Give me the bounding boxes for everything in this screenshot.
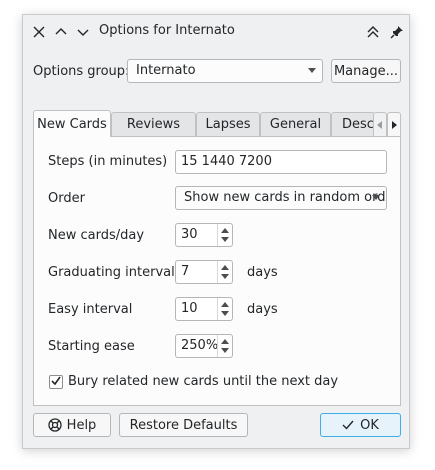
tab-scroll-left-icon[interactable] xyxy=(373,112,387,136)
order-value: Show new cards in random orde xyxy=(184,190,387,205)
title-bar: Options for Internato xyxy=(23,15,409,49)
tab-description[interactable]: Desc xyxy=(331,112,375,136)
options-group-label: Options group: xyxy=(33,64,130,79)
order-label: Order xyxy=(48,191,85,206)
spin-down-icon[interactable] xyxy=(221,237,229,242)
new-cards-per-day-spinbox[interactable]: 30 xyxy=(175,223,233,247)
bury-new-checkbox[interactable] xyxy=(49,375,63,389)
spin-up-icon[interactable] xyxy=(221,339,229,344)
close-icon[interactable] xyxy=(31,24,47,40)
chevron-up-icon[interactable] xyxy=(53,24,69,40)
easy-interval-spinbox[interactable]: 10 xyxy=(175,297,233,321)
tab-scroll-right-icon[interactable] xyxy=(387,112,401,136)
steps-input[interactable]: 15 1440 7200 xyxy=(175,150,387,174)
starting-ease-spinbox[interactable]: 250% xyxy=(175,334,233,358)
help-button[interactable]: Help xyxy=(33,413,111,437)
graduating-interval-unit: days xyxy=(247,265,278,280)
tab-general[interactable]: General xyxy=(260,112,331,136)
spin-up-icon[interactable] xyxy=(221,265,229,270)
tab-bar: New Cards Reviews Lapses General Desc xyxy=(33,110,401,137)
ok-button-label: OK xyxy=(360,417,379,433)
spin-down-icon[interactable] xyxy=(221,274,229,279)
new-cards-per-day-label: New cards/day xyxy=(48,228,145,243)
graduating-interval-value: 7 xyxy=(181,264,190,279)
graduating-interval-label: Graduating interval xyxy=(48,265,175,280)
window-title: Options for Internato xyxy=(99,23,235,38)
spinbox-arrows[interactable] xyxy=(217,224,232,246)
chevron-down-icon[interactable] xyxy=(75,24,91,40)
manage-button[interactable]: Manage... xyxy=(331,59,401,83)
order-select[interactable]: Show new cards in random orde xyxy=(175,186,387,210)
tab-lapses[interactable]: Lapses xyxy=(196,112,260,136)
new-cards-panel: Steps (in minutes) 15 1440 7200 Order Sh… xyxy=(33,136,401,406)
keep-above-icon[interactable] xyxy=(365,24,381,40)
restore-defaults-button[interactable]: Restore Defaults xyxy=(119,413,248,437)
options-group-select[interactable]: Internato xyxy=(127,59,323,83)
tab-reviews[interactable]: Reviews xyxy=(111,112,196,136)
starting-ease-value: 250% xyxy=(181,338,219,353)
options-dialog: Options for Internato Options group: Int… xyxy=(22,14,410,449)
new-cards-per-day-value: 30 xyxy=(181,227,198,242)
checkmark-icon xyxy=(51,376,61,386)
spin-down-icon[interactable] xyxy=(221,348,229,353)
chevron-down-icon xyxy=(308,68,316,73)
starting-ease-label: Starting ease xyxy=(48,339,135,354)
easy-interval-value: 10 xyxy=(181,301,198,316)
help-lifebuoy-icon xyxy=(48,418,62,432)
spinbox-arrows[interactable] xyxy=(217,335,232,357)
spin-up-icon[interactable] xyxy=(221,302,229,307)
spin-up-icon[interactable] xyxy=(221,228,229,233)
bury-new-label[interactable]: Bury related new cards until the next da… xyxy=(68,374,338,389)
spinbox-arrows[interactable] xyxy=(217,298,232,320)
checkmark-icon xyxy=(342,420,354,430)
tab-new-cards[interactable]: New Cards xyxy=(33,110,111,137)
graduating-interval-spinbox[interactable]: 7 xyxy=(175,260,233,284)
spinbox-arrows[interactable] xyxy=(217,261,232,283)
easy-interval-label: Easy interval xyxy=(48,302,133,317)
help-button-label: Help xyxy=(66,417,97,433)
steps-label: Steps (in minutes) xyxy=(48,154,168,169)
options-group-value: Internato xyxy=(136,63,196,78)
spin-down-icon[interactable] xyxy=(221,311,229,316)
pin-icon[interactable] xyxy=(389,24,405,40)
chevron-down-icon xyxy=(372,195,380,200)
easy-interval-unit: days xyxy=(247,302,278,317)
ok-button[interactable]: OK xyxy=(320,413,401,437)
